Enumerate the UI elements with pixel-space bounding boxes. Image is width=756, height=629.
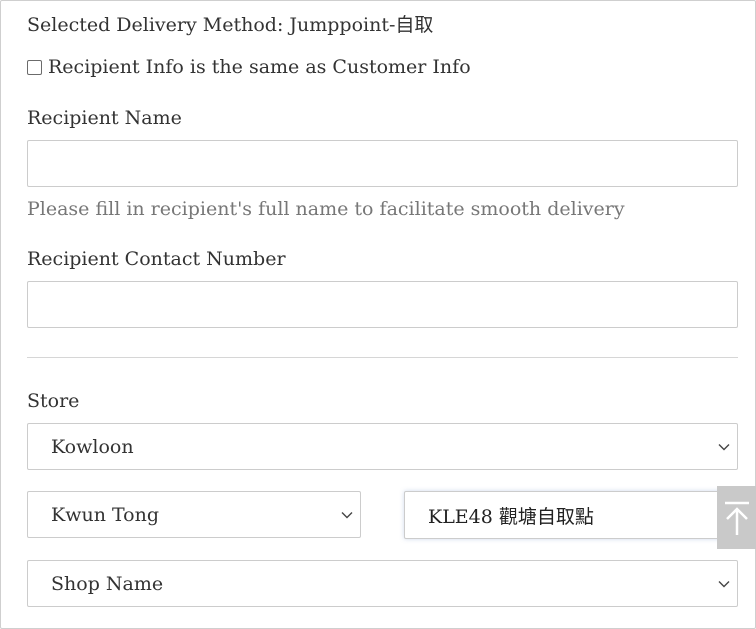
arrow-up-to-top-icon	[724, 501, 749, 535]
recipient-name-hint: Please fill in recipient's full name to …	[27, 198, 625, 220]
chevron-down-icon	[341, 511, 353, 518]
shop-name-select[interactable]: Shop Name	[27, 560, 738, 607]
pickup-point-select-value: KLE48 觀塘自取點	[428, 505, 594, 528]
recipient-name-input[interactable]	[27, 140, 738, 187]
recipient-contact-label: Recipient Contact Number	[27, 248, 286, 270]
recipient-name-label: Recipient Name	[27, 107, 182, 129]
same-as-customer-label: Recipient Info is the same as Customer I…	[48, 56, 471, 78]
chevron-down-icon	[718, 580, 730, 587]
shop-name-select-value: Shop Name	[51, 572, 164, 595]
same-as-customer-toggle[interactable]: Recipient Info is the same as Customer I…	[27, 56, 471, 78]
section-divider	[27, 357, 738, 358]
selected-delivery-method: Selected Delivery Method: Jumppoint-自取	[27, 14, 434, 36]
region-select[interactable]: Kowloon	[27, 423, 738, 470]
store-label: Store	[27, 390, 80, 412]
recipient-contact-input[interactable]	[27, 281, 738, 328]
district-select[interactable]: Kwun Tong	[27, 491, 361, 538]
chevron-down-icon	[718, 443, 730, 450]
region-select-value: Kowloon	[51, 435, 134, 458]
district-select-value: Kwun Tong	[51, 503, 160, 526]
pickup-point-select[interactable]: KLE48 觀塘自取點	[404, 491, 738, 539]
back-to-top-button[interactable]	[717, 486, 756, 549]
same-as-customer-checkbox[interactable]	[27, 59, 42, 75]
